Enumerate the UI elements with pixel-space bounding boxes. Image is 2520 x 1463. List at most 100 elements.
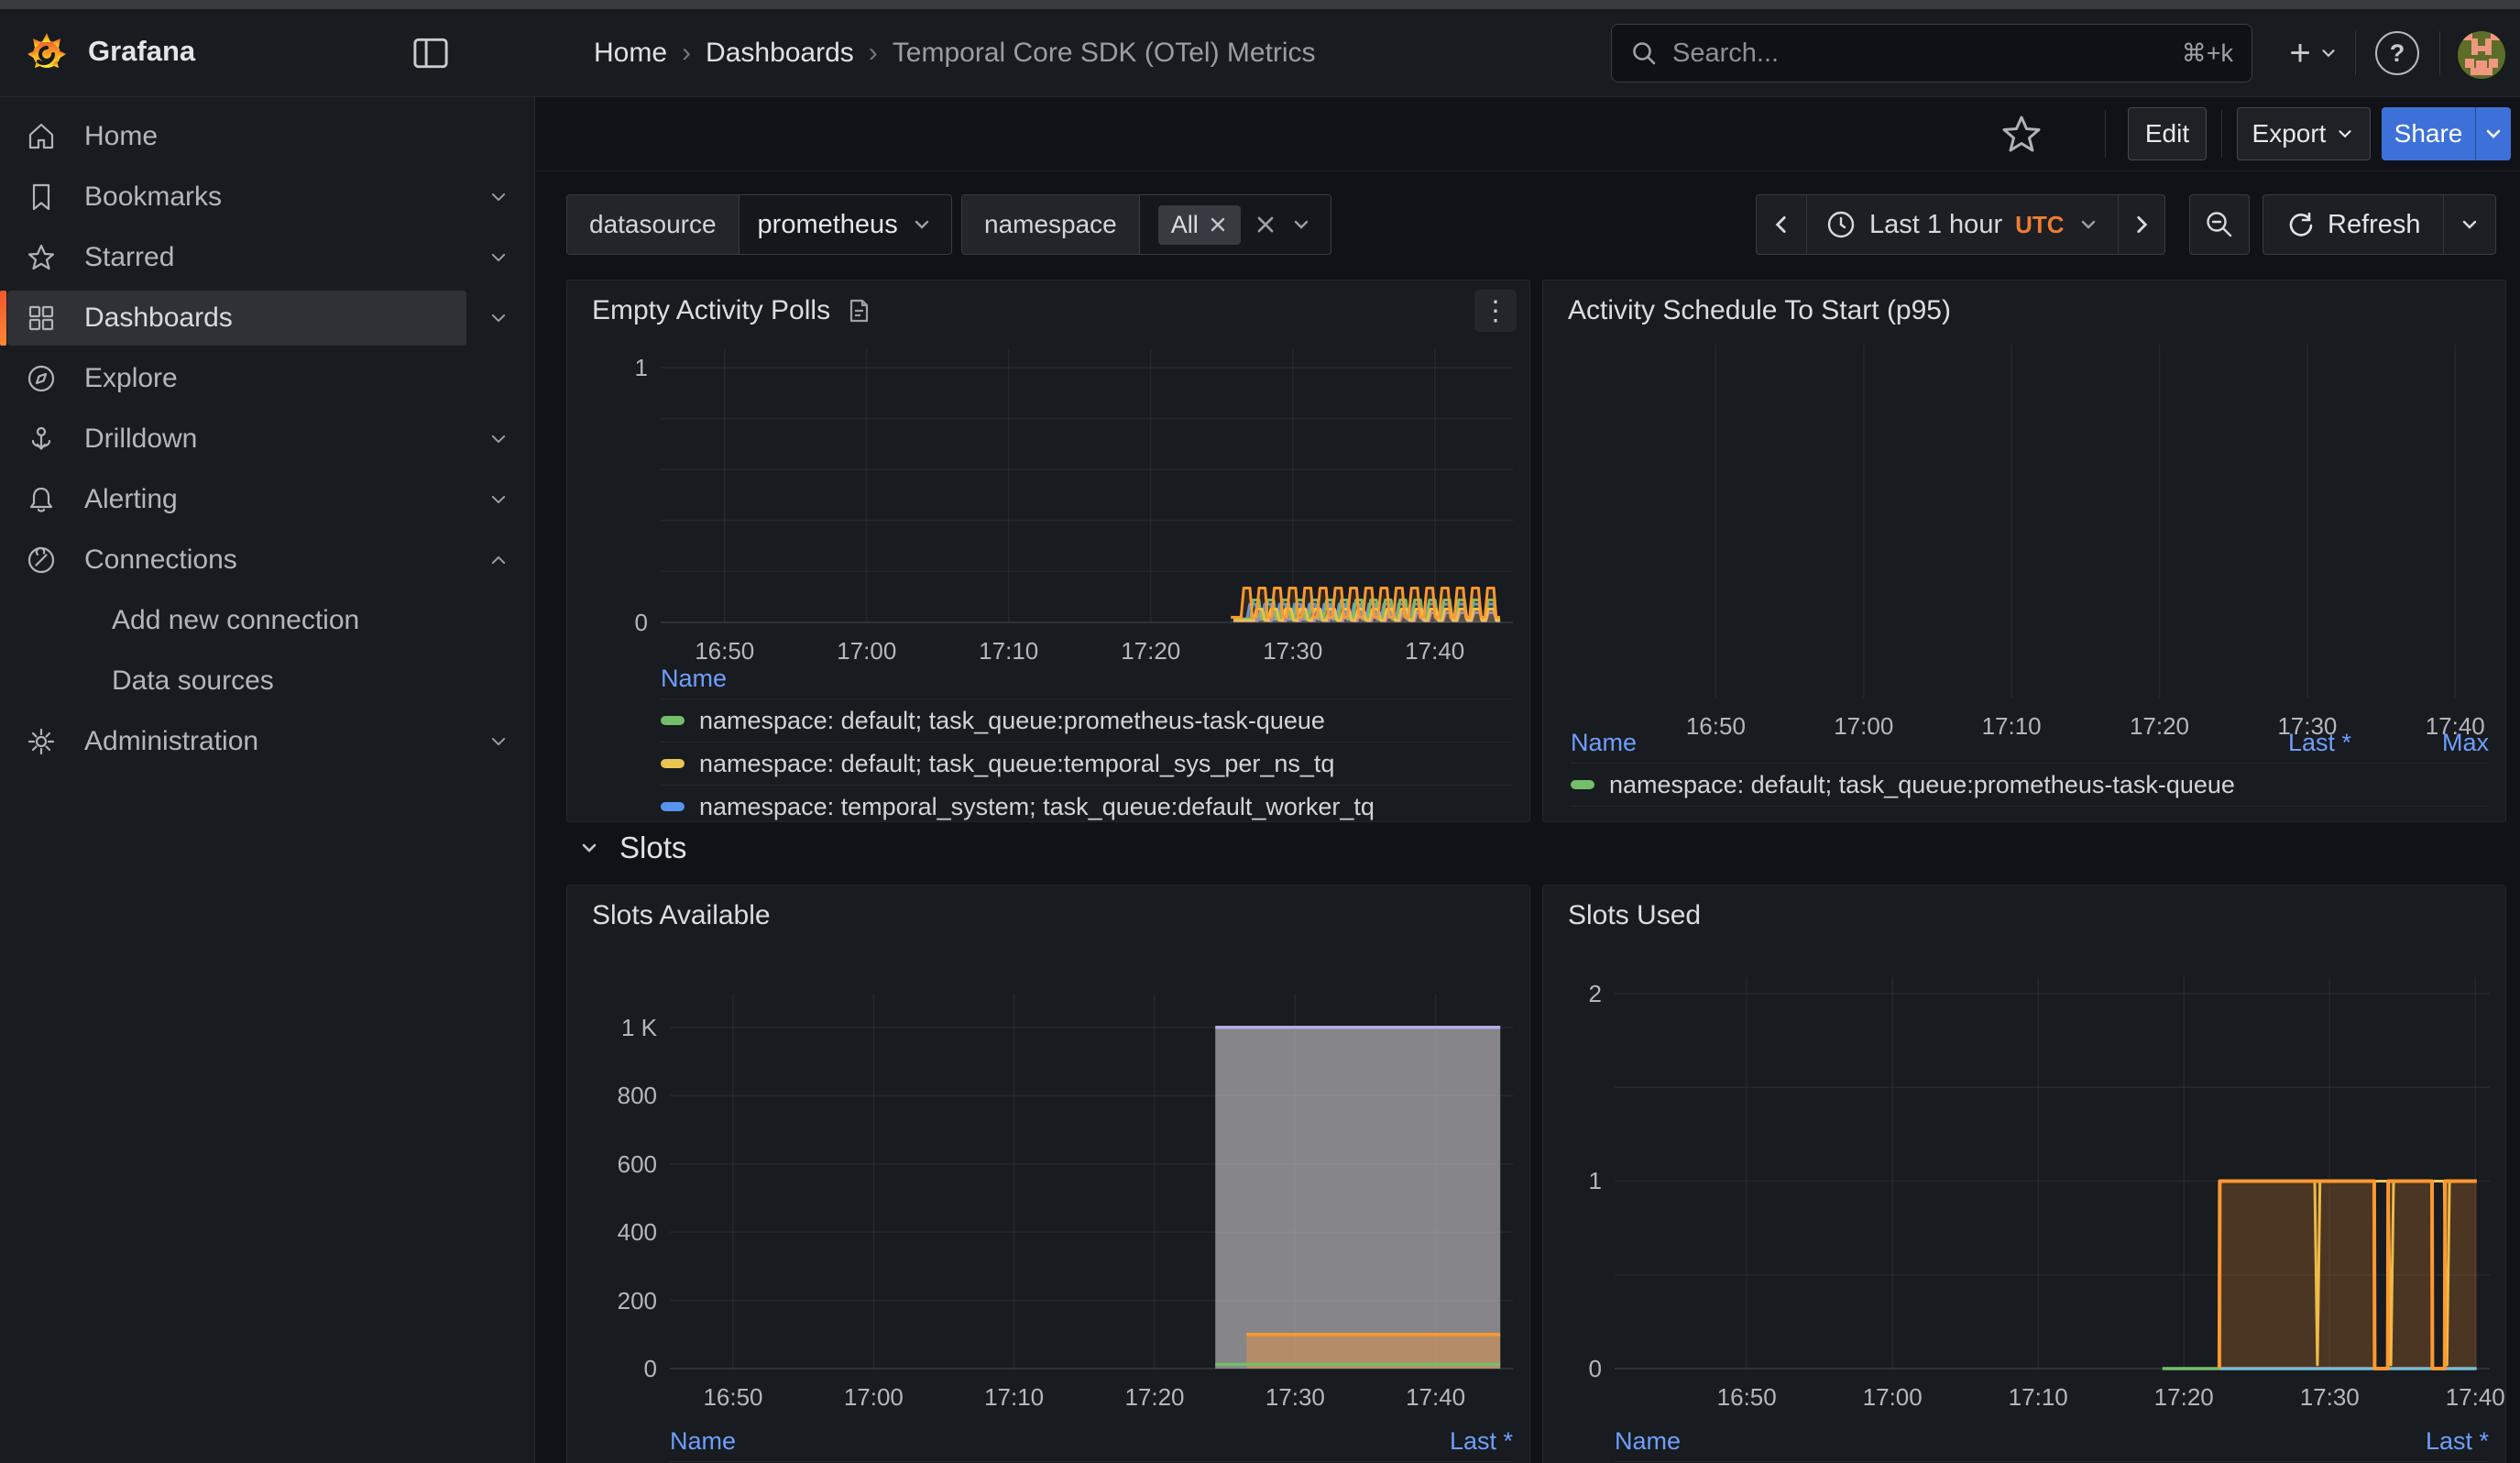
star-icon [26,242,57,273]
chevron-down-icon[interactable] [485,183,512,211]
sidebar-item-bookmarks[interactable]: Bookmarks [0,167,534,227]
legend-column-name[interactable]: Name [1571,729,2214,757]
legend-column-max[interactable]: Max [2351,729,2489,757]
panel-title[interactable]: Slots Used [1568,900,1701,931]
x-axis-tick: 17:20 [2129,1383,2239,1412]
timeseries-chart[interactable]: 01216:5017:0017:1017:2017:3017:40 [1543,886,2505,1463]
zoom-out-button[interactable] [2189,194,2250,255]
clock-icon [1825,209,1857,240]
time-back-button[interactable] [1757,195,1807,254]
dashboard-actions-bar: Edit Export Share [536,97,2520,171]
export-button[interactable]: Export [2237,107,2371,160]
legend-row[interactable]: namespace: temporal_system; task_queue:d… [661,786,1513,822]
chevron-up-icon[interactable] [485,546,512,574]
chevron-down-icon [2459,214,2481,236]
legend-row[interactable]: namespace: default; task_queue:prometheu… [1571,764,2489,806]
sidebar-item-label: Starred [84,242,174,273]
chevron-down-icon [911,214,933,236]
chevron-down-icon[interactable] [485,728,512,755]
sidebar-item-add-new-connection[interactable]: Add new connection [0,590,534,651]
sidebar-item-label: Bookmarks [84,182,222,213]
panel-title[interactable]: Activity Schedule To Start (p95) [1568,295,1951,326]
series-name: namespace: default; task_queue:temporal_… [699,750,1334,778]
grafana-logo-icon[interactable] [24,29,70,75]
compass-icon [26,363,57,394]
panel-menu-button[interactable]: ⋮ [1474,290,1517,332]
timeseries-chart[interactable]: 02004006008001 K16:5017:0017:1017:2017:3… [567,886,1529,1463]
plus-icon: + [2289,35,2310,72]
series-color-swatch [661,802,685,811]
legend-row[interactable]: namespace: default; task_queue:temporal_… [661,742,1513,785]
breadcrumb-separator-icon: › [682,38,691,69]
chevron-down-icon[interactable] [485,304,512,332]
legend-column-last[interactable]: Last * [1375,1427,1513,1456]
namespace-select[interactable]: All [1140,195,1331,254]
namespace-value-pill[interactable]: All [1158,205,1241,245]
x-axis-tick: 17:10 [959,1383,1069,1412]
sidebar-item-administration[interactable]: Administration [0,711,534,772]
kebab-icon: ⋮ [1482,295,1509,327]
y-axis-tick: 0 [569,608,648,637]
series-name: namespace: default; task_queue:prometheu… [1609,771,2235,799]
namespace-variable: namespace All [961,194,1331,255]
search-placeholder: Search... [1672,38,1779,69]
breadcrumb-item[interactable]: Home [594,38,667,69]
legend-column-last[interactable]: Last * [2214,729,2351,757]
row-slots[interactable]: Slots [575,830,686,865]
chevron-down-icon[interactable] [485,244,512,271]
sidebar-item-starred[interactable]: Starred [0,227,534,288]
legend-column-name[interactable]: Name [1615,1427,2351,1456]
legend-row[interactable]: namespace: default; task_queue:prometheu… [661,699,1513,742]
sidebar-item-connections[interactable]: Connections [0,530,534,590]
share-menu-button[interactable] [2475,107,2511,160]
panel-legend: NameLast *namespace: default; task_queue… [670,1421,1513,1463]
legend-column-name[interactable]: Name [670,1427,1375,1456]
chevron-down-icon[interactable] [485,486,512,513]
refresh-button-group: Refresh [2263,194,2496,255]
share-button-group: Share [2382,107,2511,160]
legend-column-name[interactable]: Name [661,665,1513,693]
sidebar-item-explore[interactable]: Explore [0,348,534,409]
time-range-label: Last 1 hour [1869,210,2002,240]
breadcrumb: Home›Dashboards›Temporal Core SDK (OTel)… [594,9,1316,96]
time-range-picker[interactable]: Last 1 hour UTC [1807,195,2118,254]
add-new-button[interactable]: + [2274,29,2353,77]
sidebar-item-data-sources[interactable]: Data sources [0,651,534,711]
breadcrumb-item[interactable]: Dashboards [706,38,854,69]
user-avatar[interactable] [2458,31,2505,79]
legend-column-last[interactable]: Last * [2351,1427,2489,1456]
refresh-button[interactable]: Refresh [2263,195,2443,254]
sidebar-item-label: Home [84,121,158,152]
refresh-interval-button[interactable] [2443,195,2495,254]
y-axis-tick: 1 [569,353,648,382]
remove-value-icon[interactable] [1208,214,1228,235]
sidebar-item-dashboards[interactable]: Dashboards [0,288,534,348]
help-icon: ? [2390,39,2405,68]
datasource-variable: datasource prometheus [566,194,952,255]
sidebar-item-label: Data sources [112,666,274,697]
search-shortcut: ⌘+k [2182,39,2233,68]
time-picker-group: Last 1 hour UTC [1756,194,2165,255]
sidebar-item-drilldown[interactable]: Drilldown [0,409,534,469]
gear-icon [26,726,57,757]
help-button[interactable]: ? [2375,31,2419,75]
datasource-select[interactable]: prometheus [740,195,951,254]
time-forward-button[interactable] [2118,195,2164,254]
sidebar-item-home[interactable]: Home [0,106,534,167]
sidebar-item-alerting[interactable]: Alerting [0,469,534,530]
sidebar-item-label: Connections [84,544,237,576]
panel-title[interactable]: Empty Activity Polls [592,295,872,326]
clear-all-icon[interactable] [1254,213,1277,236]
edit-button[interactable]: Edit [2128,107,2207,160]
star-dashboard-button[interactable] [1998,110,2045,158]
datasource-label: datasource [567,195,740,254]
dashboards-icon [26,302,57,334]
sidebar-toggle-icon[interactable] [411,33,451,73]
search-input[interactable]: Search... ⌘+k [1611,24,2252,82]
panel-title[interactable]: Slots Available [592,900,771,931]
y-axis-tick: 400 [578,1217,657,1247]
panel-description-icon[interactable] [845,297,872,324]
chevron-down-icon[interactable] [485,425,512,453]
y-axis-tick: 200 [578,1286,657,1315]
share-button[interactable]: Share [2382,107,2475,160]
